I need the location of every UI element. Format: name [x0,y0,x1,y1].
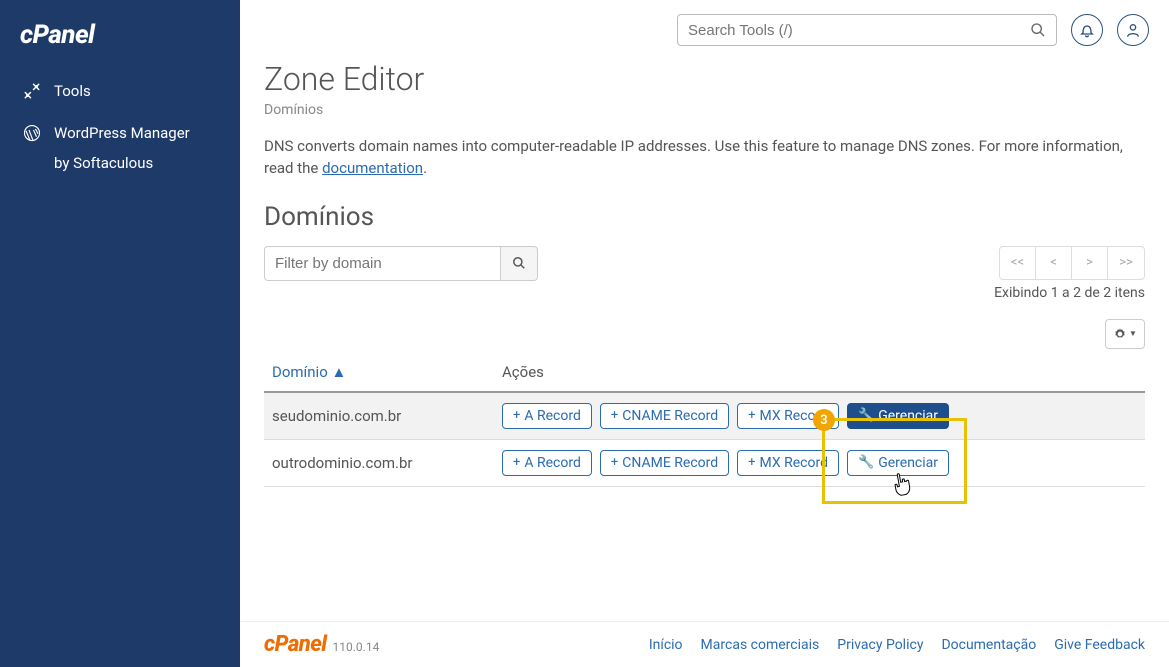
manage-button[interactable]: 🔧 Gerenciar [847,450,949,476]
btn-label: MX Record [760,455,828,471]
sidebar-item-label: Tools [54,82,91,100]
search-icon[interactable] [1030,22,1046,38]
sort-domain[interactable]: Domínio ▲ [272,363,346,381]
sidebar-item-label: WordPress Manager [54,124,190,142]
plus-icon: + [611,455,618,470]
add-cname-record-button[interactable]: + CNAME Record [600,403,729,429]
add-cname-record-button[interactable]: + CNAME Record [600,450,729,476]
user-icon [1125,22,1141,38]
wrench-icon: 🔧 [858,408,874,423]
action-buttons: + A Record + CNAME Record + MX Record 🔧 Gere… [502,450,1137,476]
table-settings-button[interactable]: ▼ [1105,319,1145,349]
page-title: Zone Editor [264,60,1145,98]
sidebar-item-wordpress-sub[interactable]: by Softaculous [0,154,240,184]
caret-down-icon: ▼ [1129,329,1137,338]
column-label: Domínio [272,363,328,381]
column-header-actions: Ações [494,363,1145,392]
footer-version: 110.0.14 [333,640,380,654]
content: Zone Editor Domínios DNS converts domain… [240,46,1169,667]
btn-label: CNAME Record [622,455,718,471]
plus-icon: + [748,455,755,470]
section-heading: Domínios [264,202,1145,232]
manage-button[interactable]: 🔧 Gerenciar [847,403,949,429]
sidebar-item-sublabel: by Softaculous [54,154,153,172]
controls-row: << < > >> [264,246,1145,281]
table-row: outrodominio.com.br + A Record + CNAME Rec… [264,439,1145,486]
domain-cell: outrodominio.com.br [264,439,494,486]
add-mx-record-button[interactable]: + MX Record [737,450,839,476]
wrench-icon: 🔧 [858,455,874,470]
main: Zone Editor Domínios DNS converts domain… [240,0,1169,667]
brand-logo-text: cPanel [20,20,94,50]
page-description: DNS converts domain names into computer-… [264,136,1145,180]
plus-icon: + [611,408,618,423]
documentation-link[interactable]: documentation [322,159,423,177]
sidebar: cPanel Tools WordPress Manager by Softac… [0,0,240,667]
breadcrumb[interactable]: Domínios [264,102,1145,118]
plus-icon: + [513,455,520,470]
footer: cPanel 110.0.14 Início Marcas comerciais… [240,621,1169,667]
search-box[interactable] [677,14,1057,46]
footer-brand: cPanel 110.0.14 [264,632,379,657]
domains-table: Domínio ▲ Ações seudominio.com.br + A Rec… [264,363,1145,487]
pagination: << < > >> [999,246,1145,280]
footer-links: Início Marcas comerciais Privacy Policy … [649,637,1145,653]
bell-icon [1079,22,1095,38]
tools-icon [22,82,42,100]
btn-label: MX Record [760,408,828,424]
add-a-record-button[interactable]: + A Record [502,450,592,476]
search-input[interactable] [688,22,1030,39]
add-mx-record-button[interactable]: + MX Record [737,403,839,429]
filter-search-button[interactable] [500,246,538,281]
action-buttons: + A Record + CNAME Record + MX Record 🔧 Gere… [502,403,1137,429]
footer-link-trademarks[interactable]: Marcas comerciais [701,637,820,653]
filter-group [264,246,538,281]
table-row: seudominio.com.br + A Record + CNAME Recor… [264,392,1145,440]
btn-label: CNAME Record [622,408,718,424]
footer-link-home[interactable]: Início [649,637,683,653]
gear-icon [1113,327,1127,341]
plus-icon: + [513,408,520,423]
footer-link-privacy[interactable]: Privacy Policy [837,637,923,653]
pager-last[interactable]: >> [1108,247,1144,279]
search-icon [512,256,526,270]
btn-label: Gerenciar [878,455,938,471]
sort-asc-icon: ▲ [332,363,347,381]
column-header-domain[interactable]: Domínio ▲ [264,363,494,392]
topbar [240,0,1169,46]
footer-link-docs[interactable]: Documentação [941,637,1036,653]
account-button[interactable] [1117,14,1149,46]
table-settings-row: ▼ [264,319,1145,349]
sidebar-item-wordpress[interactable]: WordPress Manager [0,112,240,154]
plus-icon: + [748,408,755,423]
results-count: Exibindo 1 a 2 de 2 itens [264,285,1145,301]
footer-logo[interactable]: cPanel [264,632,327,657]
description-text-2: . [423,159,427,177]
filter-input[interactable] [264,246,500,281]
notifications-button[interactable] [1071,14,1103,46]
pager-first[interactable]: << [1000,247,1036,279]
add-a-record-button[interactable]: + A Record [502,403,592,429]
btn-label: A Record [524,455,580,471]
wordpress-icon [22,124,42,142]
pager-prev[interactable]: < [1036,247,1072,279]
brand-logo[interactable]: cPanel [0,14,240,70]
btn-label: Gerenciar [878,408,938,424]
footer-link-feedback[interactable]: Give Feedback [1054,637,1145,653]
sidebar-item-tools[interactable]: Tools [0,70,240,112]
domain-cell: seudominio.com.br [264,392,494,440]
btn-label: A Record [524,408,580,424]
pager-next[interactable]: > [1072,247,1108,279]
